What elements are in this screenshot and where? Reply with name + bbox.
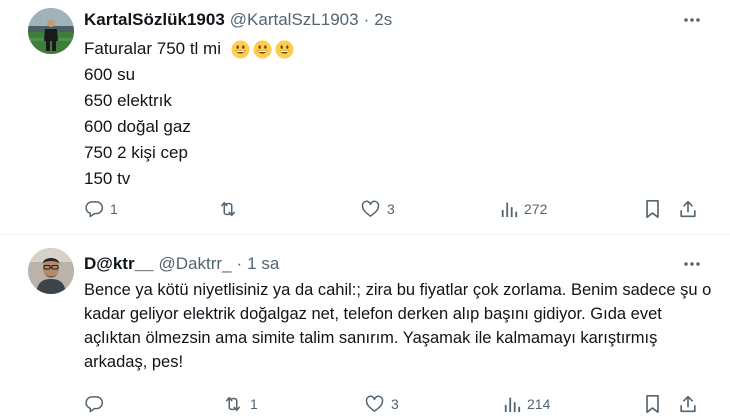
separator-dot: · — [236, 254, 243, 273]
avatar[interactable] — [28, 248, 74, 294]
bar-chart-icon — [501, 202, 518, 218]
heart-icon — [365, 395, 384, 412]
repost-button[interactable] — [217, 198, 245, 220]
share-button[interactable] — [678, 198, 698, 220]
share-icon — [680, 395, 696, 413]
action-bar: 1 3 272 — [84, 198, 714, 220]
reply-icon — [85, 201, 104, 218]
action-bar: 1 3 214 — [84, 393, 714, 415]
views-button[interactable]: 214 — [503, 393, 550, 415]
handle[interactable]: @Daktrr_ — [159, 254, 232, 274]
grinning-face-icon — [253, 40, 272, 59]
view-count: 272 — [524, 201, 548, 217]
tweet-line: 650 elektrık — [84, 91, 172, 110]
tweet-line: 600 doğal gaz — [84, 117, 191, 136]
more-options-icon[interactable] — [680, 8, 704, 32]
timestamp[interactable]: 2s — [374, 10, 392, 30]
handle[interactable]: @KartalSzL1903 — [230, 10, 359, 30]
repost-icon — [221, 202, 235, 216]
tweet-text: Faturalar 750 tl mi 600 su 650 elektrık … — [84, 36, 294, 192]
bookmark-icon — [646, 395, 659, 413]
bookmark-button[interactable] — [644, 393, 661, 415]
timestamp[interactable]: 1 sa — [247, 254, 279, 274]
like-count: 3 — [391, 396, 399, 412]
grinning-face-icon — [231, 40, 250, 59]
view-count: 214 — [527, 396, 551, 412]
avatar[interactable] — [28, 8, 74, 54]
tweet-line: 600 su — [84, 65, 136, 84]
separator-dot: · — [363, 10, 370, 29]
tweet-header: KartalSözlük1903 @KartalSzL1903 · 2s — [84, 8, 690, 32]
heart-icon — [361, 200, 380, 217]
display-name[interactable]: KartalSözlük1903 — [84, 10, 225, 30]
views-button[interactable]: 272 — [500, 198, 547, 220]
more-options-icon[interactable] — [680, 252, 704, 276]
like-count: 3 — [387, 201, 395, 217]
reply-button[interactable] — [84, 393, 110, 415]
like-button[interactable]: 3 — [364, 393, 399, 415]
like-button[interactable]: 3 — [360, 198, 395, 220]
bookmark-icon — [646, 200, 659, 218]
tweet-line: Faturalar 750 tl mi — [84, 36, 294, 62]
repost-button[interactable]: 1 — [222, 393, 258, 415]
bookmark-button[interactable] — [644, 198, 661, 220]
tweet-line: 750 2 kişi cep — [84, 143, 188, 162]
tweet[interactable]: D@ktr__ @Daktrr_ · 1 sa Bence ya kötü ni… — [0, 235, 730, 420]
reply-button[interactable]: 1 — [84, 198, 118, 220]
share-icon — [680, 200, 696, 218]
tweet[interactable]: KartalSözlük1903 @KartalSzL1903 · 2s Fat… — [0, 0, 730, 234]
display-name[interactable]: D@ktr__ — [84, 254, 154, 274]
emoji-group — [231, 40, 294, 59]
grinning-face-icon — [275, 40, 294, 59]
reply-count: 1 — [110, 201, 118, 217]
reply-icon — [85, 396, 104, 413]
tweet-text: Bence ya kötü niyetlisiniz ya da cahil:;… — [84, 281, 712, 371]
tweet-line: 150 tv — [84, 169, 131, 188]
repost-icon — [226, 397, 240, 411]
bar-chart-icon — [504, 397, 521, 413]
tweet-header: D@ktr__ @Daktrr_ · 1 sa — [84, 252, 690, 276]
repost-count: 1 — [250, 396, 258, 412]
share-button[interactable] — [678, 393, 698, 415]
